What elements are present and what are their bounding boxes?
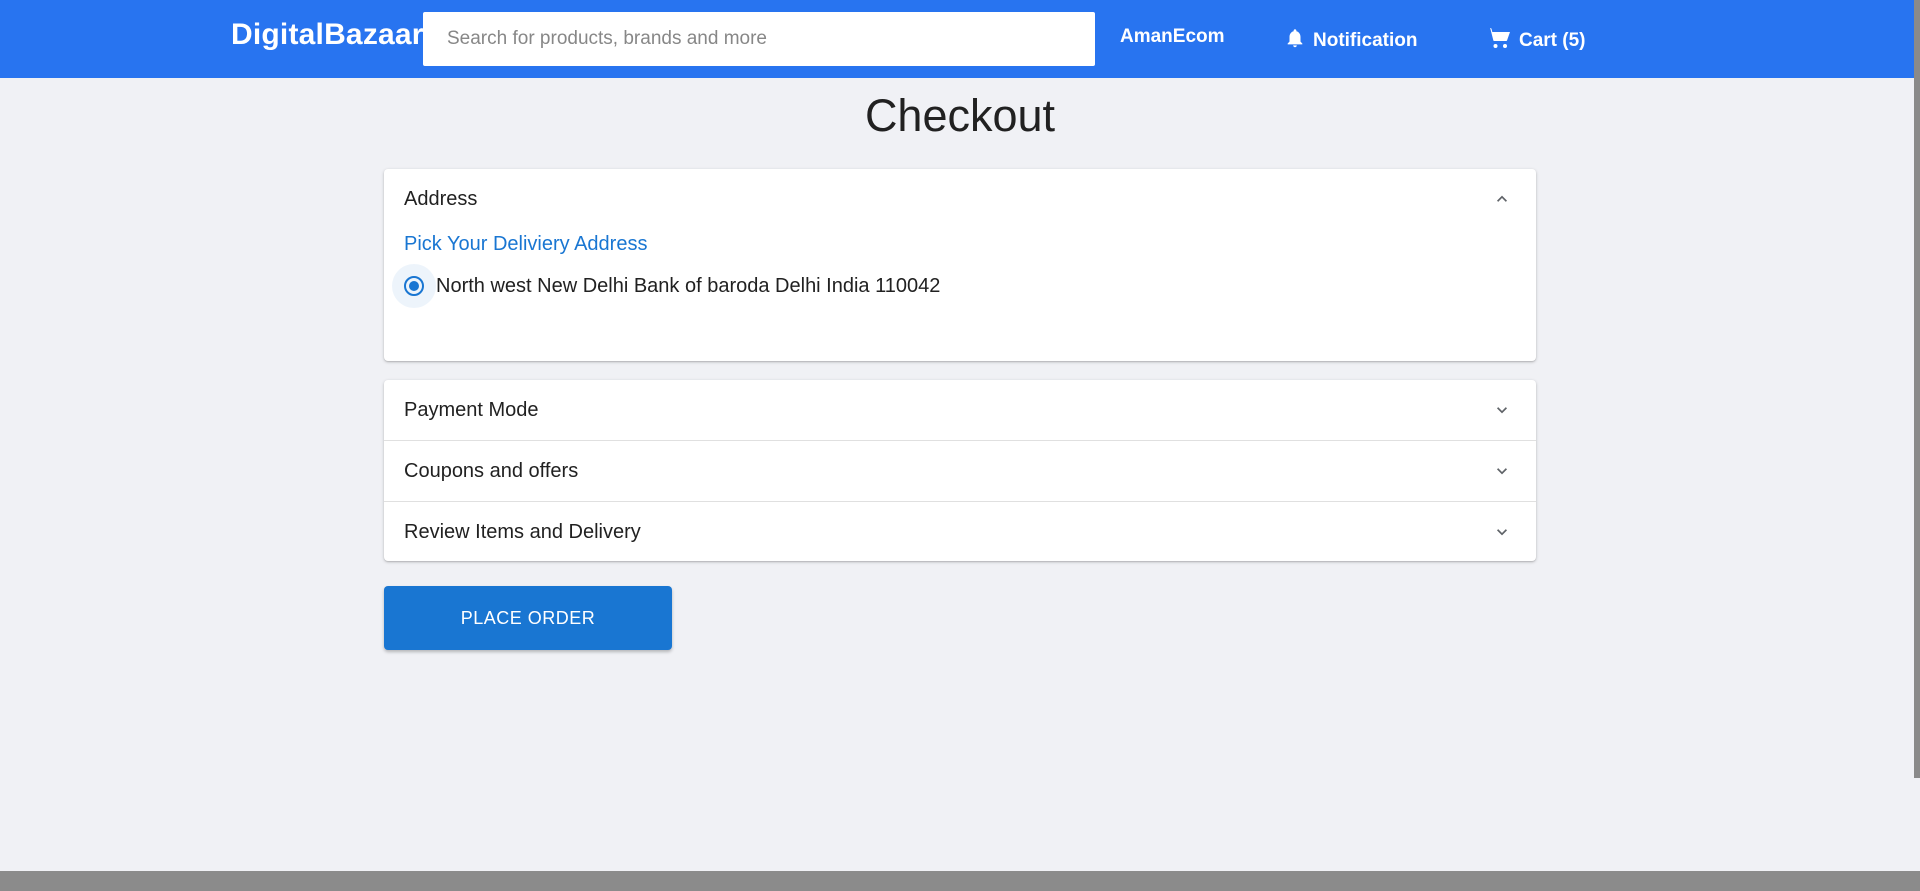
review-items-accordion[interactable]: Review Items and Delivery — [384, 502, 1536, 562]
chevron-down-icon — [1497, 529, 1507, 536]
review-items-title: Review Items and Delivery — [404, 520, 641, 543]
coupons-accordion[interactable]: Coupons and offers — [384, 441, 1536, 501]
checkout-page: DigitalBazaar AmanEcom Notification Cart — [0, 0, 1920, 891]
page-title: Checkout — [864, 90, 1056, 141]
radio-checked-icon — [404, 276, 424, 296]
address-section-title: Address — [404, 187, 478, 210]
user-menu[interactable]: AmanEcom — [1120, 26, 1225, 48]
search-box — [423, 12, 1095, 66]
brand-logo[interactable]: DigitalBazaar — [231, 18, 424, 52]
payment-mode-title: Payment Mode — [404, 398, 539, 421]
place-order-button[interactable]: PLACE ORDER — [384, 586, 672, 650]
bottom-bar — [0, 871, 1920, 891]
cart-label: Cart (5) — [1519, 30, 1586, 51]
notification-label: Notification — [1313, 30, 1418, 51]
top-navbar: DigitalBazaar AmanEcom Notification Cart — [0, 0, 1914, 78]
address-option[interactable]: North west New Delhi Bank of baroda Delh… — [392, 264, 1516, 308]
cart-button[interactable]: Cart (5) — [1486, 26, 1586, 56]
search-input[interactable] — [423, 12, 1095, 66]
chevron-down-icon — [1497, 468, 1507, 475]
address-accordion: Address Pick Your Deliviery Address Nort… — [384, 169, 1536, 361]
notification-button[interactable]: Notification — [1284, 26, 1418, 56]
cart-icon — [1486, 26, 1519, 56]
chevron-down-icon — [1497, 407, 1507, 414]
address-accordion-body: Pick Your Deliviery Address North west N… — [384, 233, 1536, 308]
coupons-title: Coupons and offers — [404, 459, 579, 482]
bell-icon — [1284, 26, 1313, 56]
scrollbar-track[interactable] — [1914, 0, 1920, 871]
address-radio[interactable] — [392, 264, 436, 308]
scrollbar-thumb[interactable] — [1914, 0, 1920, 778]
address-option-label: North west New Delhi Bank of baroda Delh… — [436, 274, 941, 297]
checkout-sections-group: Payment Mode Coupons and offers Review I… — [384, 380, 1536, 561]
payment-mode-accordion[interactable]: Payment Mode — [384, 380, 1536, 440]
address-accordion-header[interactable]: Address — [384, 169, 1536, 229]
pick-address-label: Pick Your Deliviery Address — [404, 233, 648, 255]
chevron-up-icon — [1497, 195, 1507, 202]
